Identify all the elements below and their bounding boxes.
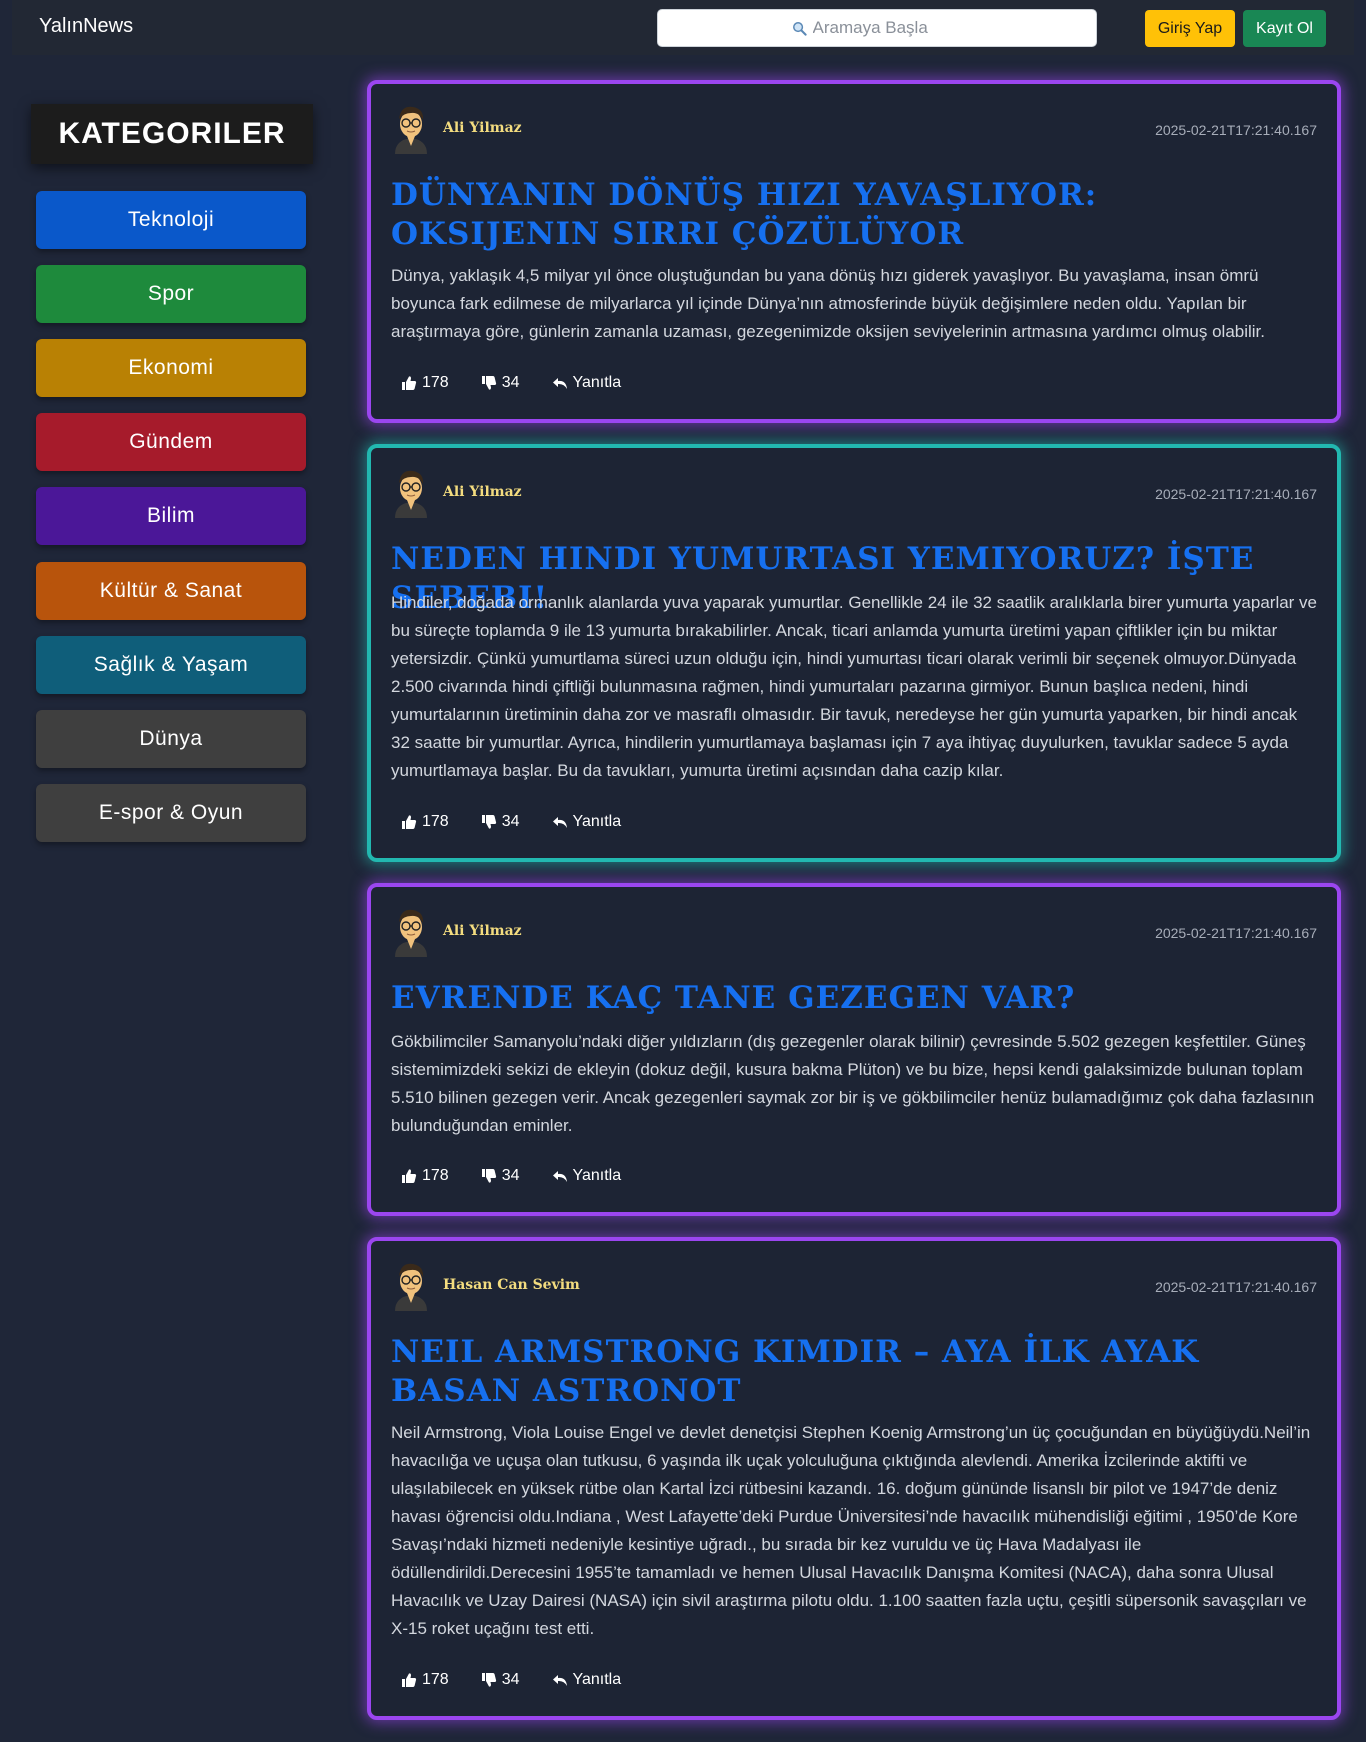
post-author-block: Ali Yilmaz <box>391 905 522 957</box>
like-button[interactable]: 178 <box>401 374 449 392</box>
dislike-count: 34 <box>501 1167 520 1184</box>
thumbs-up-icon <box>402 1169 417 1183</box>
avatar-icon[interactable] <box>391 466 431 518</box>
post-title[interactable]: Dünyanın Dönüş Hızı Yavaşlıyor: Oksijeni… <box>391 176 1317 254</box>
reply-icon <box>552 1171 567 1182</box>
like-button[interactable]: 178 <box>401 1671 449 1689</box>
post-title[interactable]: Evrende Kaç Tane Gezegen Var? <box>391 979 1317 1018</box>
category-technology[interactable]: Teknoloji <box>36 191 306 249</box>
post-author[interactable]: Ali Yilmaz <box>443 923 522 939</box>
thumbs-down-icon <box>481 1673 496 1687</box>
post-author-block: Hasan Can Sevim <box>391 1259 580 1311</box>
reply-label: Yanıtla <box>572 374 622 391</box>
like-count: 178 <box>422 374 449 391</box>
top-navbar: YalınNews Giriş Yap Kayıt Ol <box>12 0 1354 55</box>
thumbs-down-icon <box>481 1169 496 1183</box>
reply-label: Yanıtla <box>572 1671 622 1688</box>
dislike-button[interactable]: 34 <box>481 1671 520 1689</box>
news-post: Ali Yilmaz 2025-02-21T17:21:40.167 Dünya… <box>367 80 1341 423</box>
post-date: 2025-02-21T17:21:40.167 <box>1155 1279 1317 1295</box>
dislike-button[interactable]: 34 <box>481 374 520 392</box>
reply-button[interactable]: Yanıtla <box>552 1167 622 1185</box>
thumbs-up-icon <box>402 1673 417 1687</box>
category-economy[interactable]: Ekonomi <box>36 339 306 397</box>
category-sports[interactable]: Spor <box>36 265 306 323</box>
avatar-icon[interactable] <box>391 102 431 154</box>
category-science[interactable]: Bilim <box>36 487 306 545</box>
post-author[interactable]: Hasan Can Sevim <box>443 1277 580 1293</box>
like-count: 178 <box>422 813 449 830</box>
thumbs-up-icon <box>402 815 417 829</box>
like-button[interactable]: 178 <box>401 1167 449 1185</box>
search-input[interactable] <box>812 18 963 38</box>
news-post: Hasan Can Sevim 2025-02-21T17:21:40.167 … <box>367 1237 1341 1720</box>
thumbs-down-icon <box>481 815 496 829</box>
category-esports-games[interactable]: E-spor & Oyun <box>36 784 306 842</box>
reply-button[interactable]: Yanıtla <box>552 1671 622 1689</box>
post-date: 2025-02-21T17:21:40.167 <box>1155 925 1317 941</box>
reply-icon <box>552 378 567 389</box>
category-world[interactable]: Dünya <box>36 710 306 768</box>
like-button[interactable]: 178 <box>401 813 449 831</box>
search-icon <box>792 21 807 36</box>
post-author-block: Ali Yilmaz <box>391 466 522 518</box>
category-health-life[interactable]: Sağlık & Yaşam <box>36 636 306 694</box>
post-author-block: Ali Yilmaz <box>391 102 522 154</box>
post-actions: 178 34 Yanıtla <box>401 1167 621 1185</box>
like-count: 178 <box>422 1671 449 1688</box>
news-post: Ali Yilmaz 2025-02-21T17:21:40.167 Evren… <box>367 883 1341 1216</box>
news-post: Ali Yilmaz 2025-02-21T17:21:40.167 Neden… <box>367 444 1341 862</box>
reply-icon <box>552 817 567 828</box>
dislike-count: 34 <box>501 1671 520 1688</box>
category-culture-art[interactable]: Kültür & Sanat <box>36 562 306 620</box>
categories-heading: KATEGORILER <box>31 104 313 164</box>
post-actions: 178 34 Yanıtla <box>401 374 621 392</box>
post-actions: 178 34 Yanıtla <box>401 813 621 831</box>
post-author[interactable]: Ali Yilmaz <box>443 120 522 136</box>
like-count: 178 <box>422 1167 449 1184</box>
reply-label: Yanıtla <box>572 1167 622 1184</box>
dislike-button[interactable]: 34 <box>481 813 520 831</box>
reply-label: Yanıtla <box>572 813 622 830</box>
dislike-button[interactable]: 34 <box>481 1167 520 1185</box>
category-agenda[interactable]: Gündem <box>36 413 306 471</box>
login-button[interactable]: Giriş Yap <box>1145 10 1235 47</box>
post-body: Dünya, yaklaşık 4,5 milyar yıl önce oluş… <box>391 266 1266 341</box>
post-date: 2025-02-21T17:21:40.167 <box>1155 486 1317 502</box>
dislike-count: 34 <box>501 813 520 830</box>
reply-button[interactable]: Yanıtla <box>552 813 622 831</box>
avatar-icon[interactable] <box>391 905 431 957</box>
reply-button[interactable]: Yanıtla <box>552 374 622 392</box>
post-author[interactable]: Ali Yilmaz <box>443 484 522 500</box>
post-date: 2025-02-21T17:21:40.167 <box>1155 122 1317 138</box>
avatar-icon[interactable] <box>391 1259 431 1311</box>
thumbs-down-icon <box>481 376 496 390</box>
post-title[interactable]: Neil Armstrong Kimdir – Aya İlk Ayak Bas… <box>391 1333 1317 1411</box>
register-button[interactable]: Kayıt Ol <box>1243 10 1326 47</box>
post-body: Neil Armstrong, Viola Louise Engel ve de… <box>391 1423 1311 1638</box>
post-actions: 178 34 Yanıtla <box>401 1671 621 1689</box>
post-body: Gökbilimciler Samanyolu’ndaki diğer yıld… <box>391 1032 1315 1135</box>
dislike-count: 34 <box>501 374 520 391</box>
thumbs-up-icon <box>402 376 417 390</box>
brand-logo[interactable]: YalınNews <box>39 15 133 38</box>
post-body: Hindiler, doğada ormanlık alanlarda yuva… <box>391 593 1318 780</box>
search-box[interactable] <box>657 9 1097 47</box>
reply-icon <box>552 1675 567 1686</box>
